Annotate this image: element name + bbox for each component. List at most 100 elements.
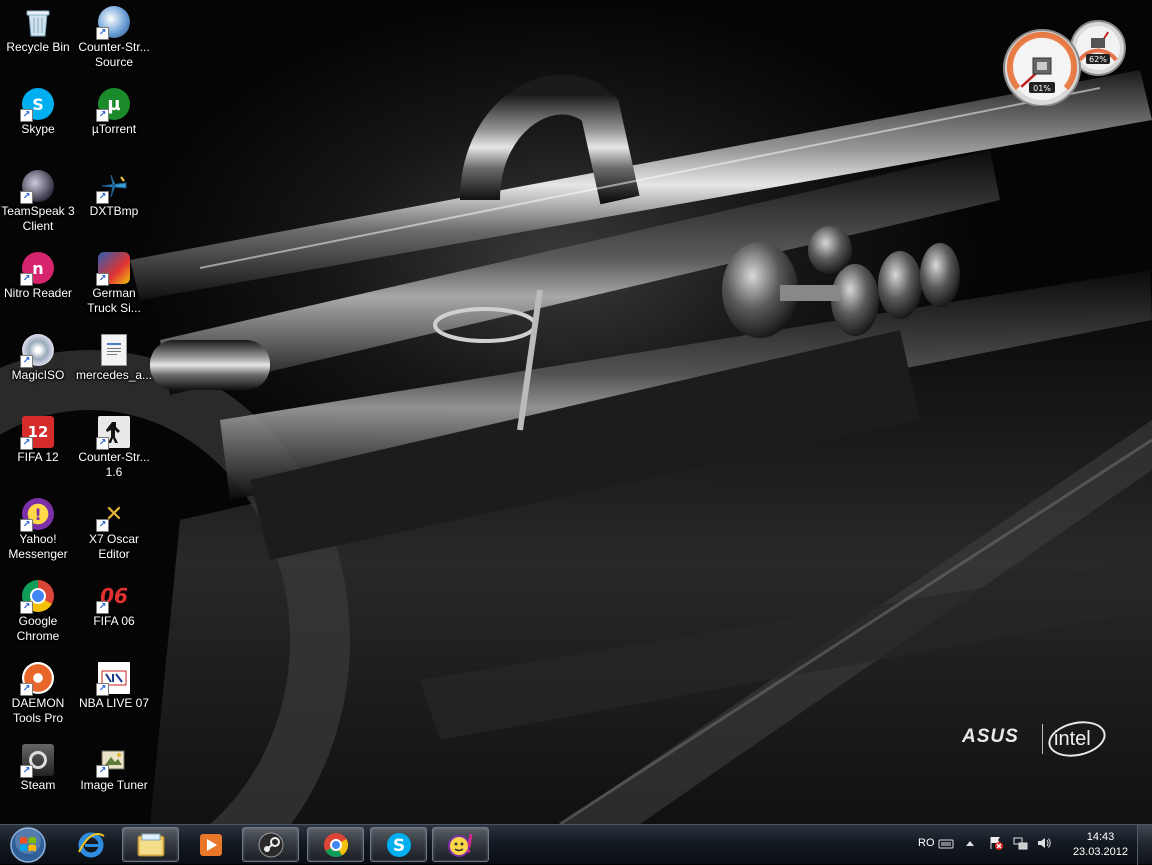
desktop-icon-label: TeamSpeak 3 Client xyxy=(1,204,75,233)
shortcut-arrow-icon: ↗ xyxy=(20,519,33,532)
steam-icon xyxy=(258,832,283,857)
desktop-icon-label: µTorrent xyxy=(91,122,137,136)
volume-icon[interactable] xyxy=(1036,835,1052,851)
desktop-icon-x7-oscar[interactable]: ✕ ↗ X7 Oscar Editor xyxy=(76,494,152,562)
shortcut-arrow-icon: ↗ xyxy=(96,191,109,204)
desktop-icon-german-truck[interactable]: ↗ German Truck Si... xyxy=(76,248,152,316)
taskbar-button-internet-explorer[interactable] xyxy=(62,827,119,862)
shortcut-arrow-icon: ↗ xyxy=(96,519,109,532)
language-indicator[interactable]: RO xyxy=(918,837,935,849)
nba-live-icon: ↗ xyxy=(96,662,130,696)
desktop-icon-label: Google Chrome xyxy=(16,614,60,643)
desktop-icon-label: Counter-Str... Source xyxy=(78,40,150,69)
desktop-icon-google-chrome[interactable]: ↗ Google Chrome xyxy=(0,576,76,644)
shortcut-arrow-icon: ↗ xyxy=(20,601,33,614)
truck-icon: ↗ xyxy=(96,252,130,286)
cs16-icon: ↗ xyxy=(96,416,130,450)
asus-logo: ASUS xyxy=(962,726,1019,747)
start-button[interactable] xyxy=(2,826,54,864)
shortcut-arrow-icon: ↗ xyxy=(20,109,33,122)
desktop-icon-fifa06[interactable]: 06 ↗ FIFA 06 xyxy=(76,576,152,629)
shortcut-arrow-icon: ↗ xyxy=(20,437,33,450)
svg-text:S: S xyxy=(392,836,404,856)
fifa06-icon: 06 ↗ xyxy=(96,580,130,614)
desktop-icon-label: DAEMON Tools Pro xyxy=(11,696,65,725)
recycle-bin-icon xyxy=(22,6,54,38)
ie-icon xyxy=(77,832,105,857)
clock-date: 23.03.2012 xyxy=(1072,846,1128,858)
desktop-icon-label: FIFA 06 xyxy=(93,614,135,628)
desktop-icon-counter-strike-16[interactable]: ↗ Counter-Str... 1.6 xyxy=(76,412,152,480)
desktop-icon-magiciso[interactable]: ↗ MagicISO xyxy=(0,330,76,383)
chrome-icon: ↗ xyxy=(20,580,54,614)
clock-time: 14:43 xyxy=(1086,831,1115,843)
shortcut-arrow-icon: ↗ xyxy=(20,765,33,778)
desktop-icon-counter-strike-source[interactable]: ↗ Counter-Str... Source xyxy=(76,2,152,70)
desktop-icon-nba-live[interactable]: ↗ NBA LIVE 07 xyxy=(76,658,152,711)
desktop-icon-label: FIFA 12 xyxy=(17,450,59,464)
desktop-icon-nitro-reader[interactable]: n ↗ Nitro Reader xyxy=(0,248,76,301)
desktop-icon-dxtbmp[interactable]: ↗ DXTBmp xyxy=(76,166,152,219)
desktop-icon-label: Counter-Str... 1.6 xyxy=(78,450,150,479)
desktop-icon-label: Image Tuner xyxy=(80,778,148,792)
shortcut-arrow-icon: ↗ xyxy=(20,191,33,204)
desktop-icon-yahoo-messenger[interactable]: ! ↗ Yahoo! Messenger xyxy=(0,494,76,562)
desktop-icon-label: Yahoo! Messenger xyxy=(8,532,68,561)
desktop-icon-label: Steam xyxy=(20,778,56,792)
desktop-icon-label: Nitro Reader xyxy=(3,286,73,300)
taskbar-button-windows-explorer[interactable] xyxy=(122,827,179,862)
memory-percent: 62% xyxy=(1089,55,1107,64)
desktop-icon-skype[interactable]: S ↗ Skype xyxy=(0,84,76,137)
desktop-icon-label: Recycle Bin xyxy=(6,40,70,54)
shortcut-arrow-icon: ↗ xyxy=(96,109,109,122)
desktop-icon-label: mercedes_a... xyxy=(76,368,153,382)
keyboard-icon[interactable] xyxy=(938,835,954,851)
taskbar-button-chrome[interactable] xyxy=(307,827,364,862)
shortcut-arrow-icon: ↗ xyxy=(96,601,109,614)
shortcut-arrow-icon: ↗ xyxy=(96,437,109,450)
taskbar-button-skype[interactable]: S xyxy=(370,827,427,862)
desktop-icon-label: NBA LIVE 07 xyxy=(78,696,150,710)
intel-logo: intel xyxy=(1054,728,1091,750)
chrome-icon xyxy=(323,832,348,857)
taskbar-button-yahoo-messenger[interactable] xyxy=(432,827,489,862)
yahoo-icon xyxy=(447,833,472,857)
shortcut-arrow-icon: ↗ xyxy=(96,683,109,696)
desktop-icon-label: DXTBmp xyxy=(89,204,139,218)
desktop-icon-utorrent[interactable]: µ ↗ µTorrent xyxy=(76,84,152,137)
desktop-icon-label: German Truck Si... xyxy=(87,286,141,315)
shortcut-arrow-icon: ↗ xyxy=(20,683,33,696)
show-desktop-button[interactable] xyxy=(1137,825,1152,865)
skype-icon: S ↗ xyxy=(20,88,54,122)
media-player-icon xyxy=(199,833,222,856)
taskbar-clock[interactable]: 14:43 23.03.2012 xyxy=(1073,830,1128,860)
desktop-icon-image-tuner[interactable]: ↗ Image Tuner xyxy=(76,740,152,793)
desktop-icon-daemon-tools[interactable]: ↗ DAEMON Tools Pro xyxy=(0,658,76,726)
network-icon[interactable] xyxy=(1012,835,1028,851)
utorrent-icon: µ ↗ xyxy=(96,88,130,122)
desktop-icon-mercedes-file[interactable]: mercedes_a... xyxy=(76,330,152,383)
desktop-icon-steam[interactable]: ↗ Steam xyxy=(0,740,76,793)
action-center-icon[interactable] xyxy=(988,835,1004,851)
desktop-icon-recycle-bin[interactable]: Recycle Bin xyxy=(0,2,76,55)
desktop-icon-fifa12[interactable]: 12 ↗ FIFA 12 xyxy=(0,412,76,465)
steam-icon: ↗ xyxy=(20,744,54,778)
shortcut-arrow-icon: ↗ xyxy=(20,355,33,368)
desktop-icon-label: Skype xyxy=(21,122,55,136)
desktop-icon-label: MagicISO xyxy=(11,368,65,382)
brand-divider xyxy=(1042,724,1043,754)
cs-source-icon: ↗ xyxy=(96,6,130,40)
desktop-icon-teamspeak[interactable]: ↗ TeamSpeak 3 Client xyxy=(0,166,76,234)
teamspeak-icon: ↗ xyxy=(20,170,54,204)
cpu-meter-gadget[interactable]: 62% 01% xyxy=(1000,10,1130,107)
show-hidden-icons-icon[interactable] xyxy=(962,835,978,851)
oem-brand-logo: ASUS intel xyxy=(960,716,1120,762)
taskbar: S RO 14:43 23.03.2012 xyxy=(0,824,1152,865)
airplane-icon: ↗ xyxy=(96,170,130,204)
taskbar-button-media-player[interactable] xyxy=(182,827,239,862)
shortcut-arrow-icon: ↗ xyxy=(96,273,109,286)
windows-orb-icon xyxy=(10,827,46,863)
taskbar-button-steam[interactable] xyxy=(242,827,299,862)
shortcut-arrow-icon: ↗ xyxy=(96,27,109,40)
desktop-icon-label: X7 Oscar Editor xyxy=(88,532,139,561)
